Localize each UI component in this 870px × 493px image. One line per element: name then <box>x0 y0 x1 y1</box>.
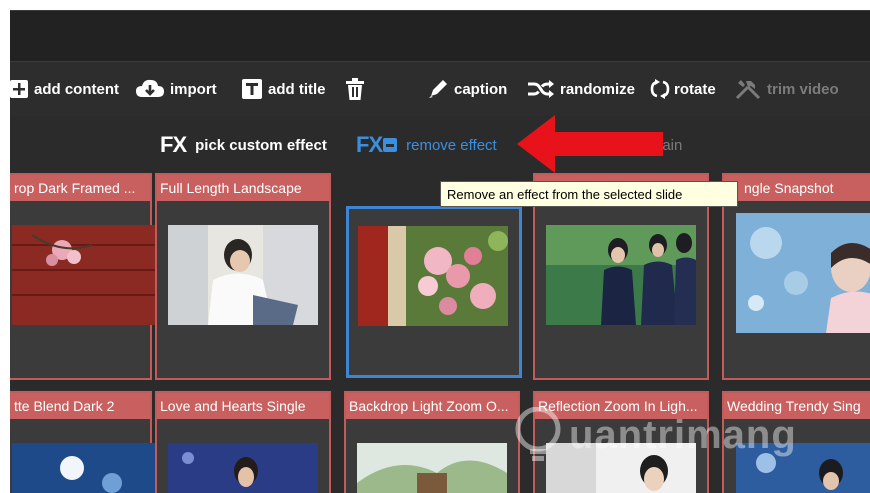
slide-thumbnail <box>168 443 318 493</box>
slide-tile[interactable]: Full Length Landscape <box>155 173 331 380</box>
effects-bar: FX pick custom effect FX remove effect g… <box>10 116 870 170</box>
trash-icon <box>346 78 364 100</box>
shuffle-icon <box>528 80 554 98</box>
add-content-button[interactable]: add content <box>10 76 119 102</box>
tooltip: Remove an effect from the selected slide <box>440 181 738 207</box>
add-title-label: add title <box>268 80 326 98</box>
caption-button[interactable]: caption <box>428 76 507 102</box>
fx-remove-icon: FX <box>356 132 398 158</box>
slide-title: Backdrop Light Zoom O... <box>346 393 518 419</box>
slide-title: ngle Snapshot <box>724 175 870 201</box>
slide-thumbnail <box>12 225 162 325</box>
slide-thumbnail <box>546 443 696 493</box>
slide-tile[interactable]: tte Blend Dark 2 <box>10 391 162 493</box>
fx-icon: FX <box>160 132 187 157</box>
pencil-icon <box>428 79 448 99</box>
app-window: add content import add title caption ran… <box>10 10 870 493</box>
slide-tile-selected[interactable] <box>346 206 522 378</box>
randomize-button[interactable]: randomize <box>528 76 635 102</box>
slide-thumbnail <box>546 225 696 325</box>
remove-effect-label: remove effect <box>406 136 497 154</box>
red-arrow-annotation <box>517 115 663 173</box>
slide-tile[interactable]: Backdrop Light Zoom O... <box>344 391 520 493</box>
trim-video-button[interactable]: trim video <box>735 76 839 102</box>
rotate-button[interactable]: rotate <box>650 76 716 102</box>
add-content-label: add content <box>34 80 119 98</box>
slide-title: Love and Hearts Single <box>157 393 329 419</box>
randomize-label: randomize <box>560 80 636 98</box>
slide-tile[interactable]: rop Dark Framed ... <box>10 173 162 380</box>
top-strip <box>10 10 870 62</box>
toolbar: add content import add title caption ran… <box>10 61 870 117</box>
slide-tile[interactable]: Wedding Trendy Sing <box>722 391 870 493</box>
trim-video-label: trim video <box>767 80 839 98</box>
slide-title: rop Dark Framed ... <box>10 175 150 201</box>
tools-icon <box>735 78 761 100</box>
plus-icon <box>10 80 28 98</box>
remove-effect-button[interactable]: FX remove effect <box>356 132 497 158</box>
caption-label: caption <box>454 80 508 98</box>
slide-thumbnail <box>736 443 870 493</box>
delete-button[interactable] <box>346 76 370 102</box>
rotate-icon <box>650 79 670 99</box>
slide-title: Wedding Trendy Sing <box>724 393 870 419</box>
import-button[interactable]: import <box>136 76 217 102</box>
slide-tile[interactable]: Reflection Zoom In Ligh... <box>533 391 709 493</box>
text-t-icon <box>242 79 262 99</box>
slide-thumbnail <box>358 226 508 326</box>
pick-custom-effect-label: pick custom effect <box>195 136 327 154</box>
slide-thumbnail <box>357 443 507 493</box>
add-title-button[interactable]: add title <box>242 76 326 102</box>
pick-custom-effect-button[interactable]: FX pick custom effect <box>160 132 327 158</box>
slide-title: Full Length Landscape <box>157 175 329 201</box>
slide-thumbnail <box>12 443 162 493</box>
slide-tile[interactable]: ngle Snapshot <box>722 173 870 380</box>
rotate-label: rotate <box>674 80 716 98</box>
cloud-download-icon <box>136 79 164 99</box>
slide-tile[interactable]: Love and Hearts Single <box>155 391 331 493</box>
slide-thumbnail <box>168 225 318 325</box>
slide-title: Reflection Zoom In Ligh... <box>535 393 707 419</box>
import-label: import <box>170 80 217 98</box>
slide-thumbnail <box>736 213 870 333</box>
slide-title: tte Blend Dark 2 <box>10 393 150 419</box>
